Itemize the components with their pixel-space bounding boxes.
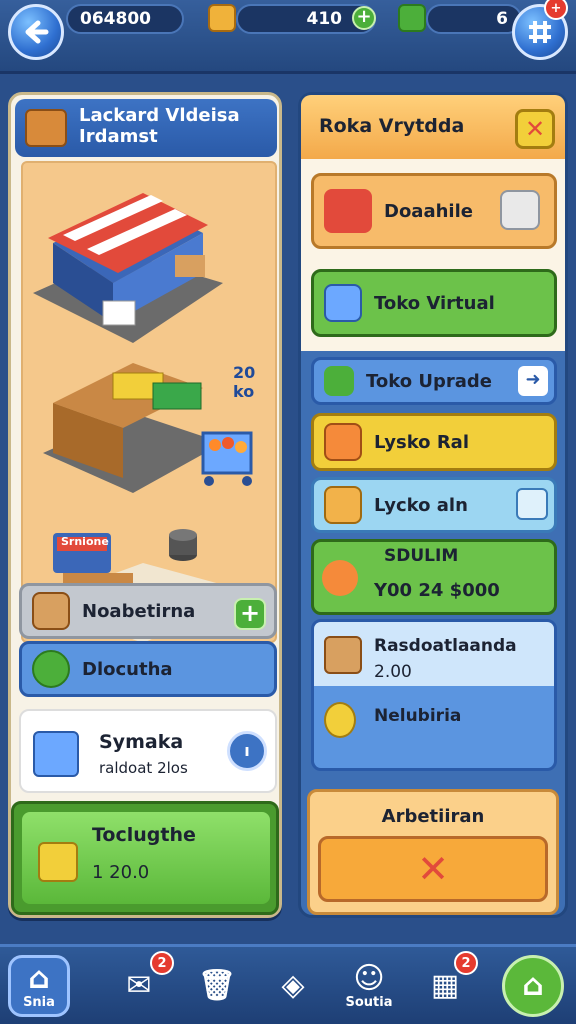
nav-tag[interactable]: ◈ — [262, 955, 324, 1017]
close-icon: ✕ — [417, 847, 449, 891]
close-button[interactable]: ✕ — [515, 109, 555, 149]
person-icon — [516, 488, 548, 520]
nav-home-label: Snia — [23, 994, 55, 1010]
box-icon — [32, 592, 70, 630]
info-card: Rasdoatlaanda 2.00 Nelubiria — [311, 619, 557, 771]
toko-upgrade-button[interactable]: Toko Uprade ➜ — [311, 357, 557, 405]
isometric-store-illustration — [33, 193, 253, 641]
cart-icon — [33, 731, 79, 777]
gold-value: 410 — [306, 9, 343, 29]
right-panel-title: Roka Vrytdda — [319, 115, 465, 137]
cabbage-icon — [32, 650, 70, 688]
arrow-right-icon: ➜ — [518, 366, 548, 396]
list-item-dlocutha[interactable]: Dlocutha — [19, 641, 277, 697]
nav-social[interactable]: ☺ Soutia — [338, 955, 400, 1017]
sandwich-icon — [324, 486, 362, 524]
store-sign: Srnione — [61, 535, 109, 548]
basket-icon — [324, 423, 362, 461]
nav-trash[interactable]: 🗑 — [186, 955, 248, 1017]
ledger-icon — [324, 366, 354, 396]
message-icon: ✉ — [126, 968, 152, 1003]
nav-home[interactable]: ⌂ Snia — [8, 955, 70, 1017]
house-icon: ⌂ — [522, 968, 544, 1003]
info-button[interactable]: ı — [227, 731, 267, 771]
left-title-line1: Lackard Vldeisa — [79, 105, 240, 126]
right-panel: Roka Vrytdda ✕ Doaahile Toko Virtual Tok… — [298, 92, 568, 918]
trash-icon: 🗑 — [197, 968, 237, 1003]
toclugthe-card[interactable]: Toclugthe 1 20.0 — [11, 801, 279, 915]
menu-badge: + — [544, 0, 568, 20]
info2-title: Nelubiria — [374, 706, 462, 726]
promo-title: SDULIM — [384, 546, 459, 566]
scene-label: 20 ko — [233, 363, 256, 401]
nav-social-label: Soutia — [345, 994, 393, 1010]
button-label: Doaahile — [384, 200, 473, 222]
arrow-left-icon — [25, 20, 49, 44]
gem-icon — [398, 4, 426, 32]
toclugthe-value: 1 20.0 — [92, 862, 150, 883]
toko-virtual-button[interactable]: Toko Virtual — [311, 269, 557, 337]
add-button[interactable]: + — [234, 598, 266, 630]
info1-title: Rasdoatlaanda — [374, 636, 517, 656]
lycko-aln-button[interactable]: Lycko aln — [311, 477, 557, 533]
coins-counter: 064800 — [66, 4, 184, 34]
add-gold-button[interactable]: + — [352, 6, 376, 30]
gems-value: 6 — [496, 9, 508, 29]
bottom-nav: ⌂ Snia ✉ 2 🗑 ◈ ☺ Soutia ▦ 2 ⌂ — [0, 944, 576, 1024]
box-icon — [324, 636, 362, 674]
message-badge: 2 — [150, 951, 174, 975]
market-stall-icon — [324, 189, 372, 233]
cart-icon — [38, 842, 78, 882]
left-panel: Lackard Vldeisa Irdamst 20 ko Srnione No… — [8, 92, 282, 918]
left-panel-title: Lackard Vldeisa Irdamst — [79, 105, 240, 147]
gold-icon — [208, 4, 236, 32]
list-item-label: Dlocutha — [82, 658, 173, 680]
calendar-badge: 2 — [454, 951, 478, 975]
tag-icon: ◈ — [281, 968, 305, 1003]
button-label: Lycko aln — [374, 494, 468, 516]
right-panel-header: Roka Vrytdda ✕ — [301, 95, 565, 159]
button-label: Lysko Ral — [374, 431, 469, 453]
toclugthe-title: Toclugthe — [92, 824, 196, 846]
list-item-noabetirna[interactable]: Noabetirna + — [19, 583, 277, 639]
back-button[interactable] — [8, 4, 64, 60]
coins-value: 064800 — [80, 9, 151, 29]
home-icon: ⌂ — [28, 960, 50, 996]
button-label: Toko Virtual — [374, 292, 495, 314]
button-label: Toko Uprade — [366, 370, 492, 392]
grid-icon — [529, 21, 551, 43]
cancel-button[interactable]: ✕ — [318, 836, 548, 902]
list-item-label: Noabetirna — [82, 600, 196, 622]
store-scene[interactable]: 20 ko Srnione — [21, 161, 277, 643]
tool-icon — [500, 190, 540, 230]
symaka-subtitle: raldoat 2los — [99, 759, 188, 777]
nav-house[interactable]: ⌂ — [502, 955, 564, 1017]
gems-counter: 6 — [426, 4, 522, 34]
user-icon — [324, 284, 362, 322]
left-title-line2: Irdamst — [79, 126, 158, 147]
shop-icon — [25, 109, 67, 147]
social-icon: ☺ — [353, 960, 385, 996]
top-bar: 064800 410 + 6 + — [0, 0, 576, 74]
left-panel-header: Lackard Vldeisa Irdamst — [15, 99, 277, 157]
lightbulb-icon — [324, 702, 356, 738]
info1-subtitle: 2.00 — [374, 662, 412, 682]
promo-value: Y00 24 $000 — [374, 580, 500, 601]
footer-title: Arbetiiran — [381, 806, 485, 827]
calendar-icon: ▦ — [430, 968, 460, 1003]
symaka-title: Symaka — [99, 731, 184, 753]
doaahile-button[interactable]: Doaahile — [311, 173, 557, 249]
lysko-ral-button[interactable]: Lysko Ral — [311, 413, 557, 471]
carrot-icon — [322, 560, 358, 596]
symaka-card[interactable]: Symaka raldoat 2los ı — [19, 709, 277, 793]
sdulim-promo[interactable]: SDULIM Y00 24 $000 — [311, 539, 557, 615]
footer-card: Arbetiiran ✕ — [307, 789, 559, 915]
